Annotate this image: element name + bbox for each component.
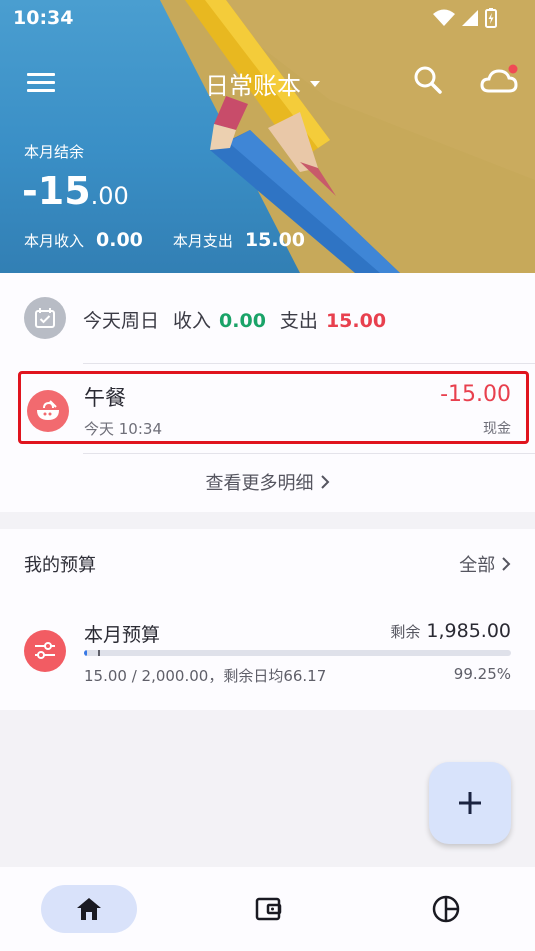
ledger-selector[interactable]: 日常账本: [205, 66, 321, 101]
divider: [83, 363, 535, 364]
month-balance-label: 本月结余: [24, 143, 85, 161]
search-icon: [414, 66, 442, 94]
menu-icon: [27, 73, 55, 92]
cloud-sync-button[interactable]: [480, 64, 520, 98]
month-balance-value: -15.00: [22, 169, 129, 213]
bottom-navigation: [0, 867, 535, 951]
today-income-label: 收入: [173, 310, 212, 332]
add-record-button[interactable]: [429, 762, 511, 844]
today-income-value: 0.00: [219, 310, 266, 332]
status-icons: [433, 8, 497, 28]
transaction-category: 午餐: [84, 386, 126, 410]
month-balance-decimal: .00: [90, 182, 129, 210]
caret-down-icon: [310, 80, 320, 87]
menu-button[interactable]: [26, 68, 56, 96]
budget-remaining: 剩余 1,985.00: [390, 620, 511, 642]
budget-name: 本月预算: [84, 624, 161, 646]
header-banner: 10:34 日常账本 本月结余 -15.00 本月收入 0.00 本月支出 15…: [0, 0, 535, 273]
cloud-sync-icon: [480, 64, 518, 93]
pie-chart-icon: [432, 895, 460, 923]
sliders-icon: [24, 630, 66, 672]
nav-home[interactable]: [41, 885, 137, 933]
plus-icon: [459, 792, 481, 814]
today-summary: 今天周日 收入 0.00 支出 15.00: [83, 306, 386, 333]
budget-progress-marker: [98, 650, 100, 656]
budget-progress-fill: [84, 650, 88, 656]
view-more-details-link[interactable]: 查看更多明细: [0, 469, 535, 495]
transaction-account: 现金: [483, 421, 511, 437]
budget-section-title: 我的预算: [24, 555, 96, 576]
month-income-label: 本月收入: [24, 232, 85, 250]
battery-charging-icon: [485, 8, 497, 28]
budget-detail: 15.00 / 2,000.00，剩余日均66.17: [84, 667, 327, 685]
nav-statistics[interactable]: [398, 885, 494, 933]
month-expense-value: 15.00: [244, 229, 306, 251]
budget-card: 我的预算 全部 本月预算 剩余 1,985.00 15.00 / 2,000.00…: [0, 529, 535, 710]
ledger-title: 日常账本: [205, 72, 301, 100]
signal-icon: [462, 10, 478, 26]
chevron-right-icon: [502, 557, 511, 571]
budget-view-all-link[interactable]: 全部: [459, 551, 511, 577]
today-label: 今天周日: [83, 310, 160, 332]
view-more-label: 查看更多明细: [205, 473, 314, 494]
today-expense-value: 15.00: [325, 310, 387, 332]
transaction-time: 今天 10:34: [84, 420, 162, 438]
today-card: 今天周日 收入 0.00 支出 15.00 午餐 今天 10:34 -15.00: [0, 273, 535, 512]
budget-percent: 99.25%: [453, 665, 511, 683]
month-expense-label: 本月支出: [172, 232, 233, 250]
month-summary: 本月收入 0.00 本月支出 15.00: [24, 229, 305, 251]
month-income-value: 0.00: [96, 229, 143, 251]
status-bar: 10:34: [0, 0, 535, 38]
search-button[interactable]: [412, 64, 444, 96]
divider: [83, 453, 535, 454]
chevron-right-icon: [320, 473, 330, 494]
nav-accounts[interactable]: [220, 885, 316, 933]
budget-view-all-label: 全部: [459, 555, 496, 576]
today-expense-label: 支出: [279, 310, 318, 332]
wallet-icon: [255, 897, 282, 921]
calendar-check-icon: [24, 297, 66, 339]
home-icon: [77, 898, 101, 920]
rice-bowl-icon: [27, 390, 69, 432]
wifi-icon: [433, 9, 455, 26]
budget-remaining-label: 剩余: [390, 623, 421, 641]
transaction-row-lunch[interactable]: 午餐 今天 10:34 -15.00 现金: [18, 371, 529, 444]
budget-remaining-value: 1,985.00: [426, 620, 511, 642]
app-root: 10:34 日常账本 本月结余 -15.00 本月收入 0.00 本月支出 15…: [0, 0, 535, 951]
status-time: 10:34: [13, 7, 74, 29]
transaction-amount: -15.00: [440, 382, 511, 407]
month-balance-integer: -15: [22, 169, 91, 213]
